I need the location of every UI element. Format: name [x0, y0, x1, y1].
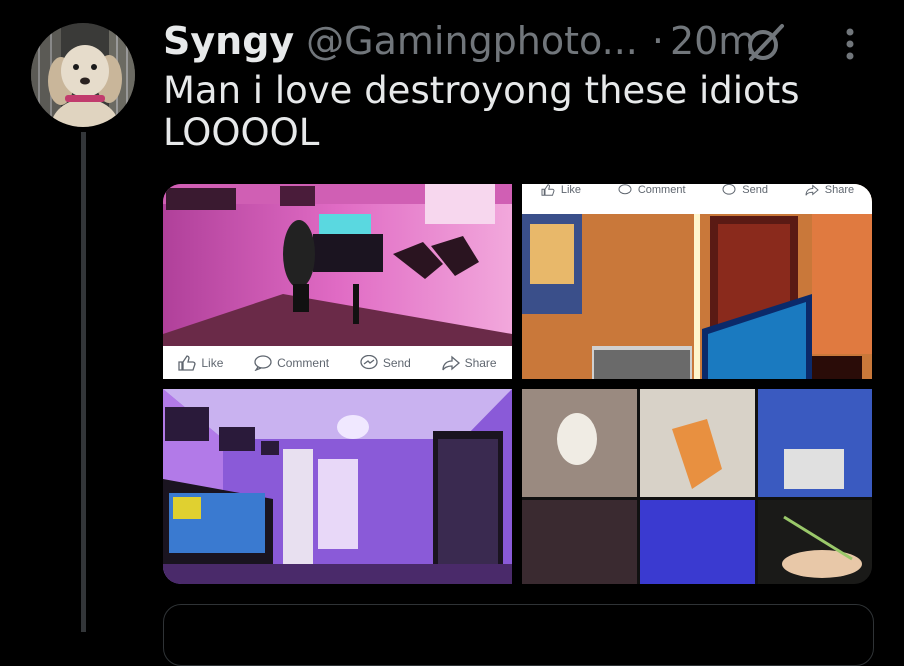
thumbs-up-icon — [178, 354, 197, 371]
fb-send-button: Send — [360, 354, 411, 371]
fb-share-button: Share — [804, 184, 854, 196]
messenger-icon — [722, 184, 736, 195]
user-handle[interactable]: @Gamingphoto... — [306, 19, 638, 63]
fb-like-button: Like — [540, 184, 581, 196]
timestamp[interactable]: 20m — [670, 19, 755, 63]
fb-share-label: Share — [824, 184, 855, 196]
media-photo-collage[interactable] — [522, 389, 872, 584]
dog-avatar-image — [31, 23, 135, 127]
avatar[interactable] — [31, 23, 135, 127]
purple-room-image — [163, 389, 512, 584]
fb-action-bar-cropped: Like Comment Send Share — [522, 184, 872, 196]
fb-like-label: Like — [201, 355, 224, 370]
tweet-text: Man i love destroyong these idiots LOOOO… — [163, 69, 800, 154]
comment-bubble-icon — [254, 354, 272, 371]
fb-share-button: Share — [441, 355, 497, 371]
fb-share-label: Share — [464, 355, 497, 370]
media-photo-orange-room[interactable]: Like Comment Send Share — [522, 184, 872, 379]
fb-comment-label: Comment — [637, 184, 686, 196]
orange-room-image — [522, 184, 872, 379]
tweet-header: Syngy @Gamingphoto... · 20m — [163, 18, 755, 64]
messenger-icon — [360, 354, 378, 369]
fb-send-label: Send — [382, 355, 411, 370]
display-name[interactable]: Syngy — [163, 19, 294, 63]
fb-like-button: Like — [178, 354, 224, 371]
fb-send-button: Send — [721, 184, 768, 196]
quoted-tweet-card[interactable] — [163, 604, 874, 666]
fb-comment-label: Comment — [277, 355, 330, 370]
separator-dot: · — [651, 19, 664, 63]
grok-icon[interactable] — [744, 22, 786, 64]
media-grid[interactable]: Like Comment Send Share Like Comment Sen… — [163, 184, 872, 584]
media-photo-gaming-room-pink[interactable]: Like Comment Send Share — [163, 184, 512, 379]
more-icon[interactable] — [840, 26, 860, 62]
fb-action-bar: Like Comment Send Share — [163, 346, 512, 379]
comment-bubble-icon — [618, 184, 632, 195]
thread-line — [81, 132, 86, 632]
share-arrow-icon — [805, 184, 819, 196]
collage-image — [522, 389, 872, 584]
fb-send-label: Send — [742, 184, 768, 196]
media-photo-purple-room[interactable] — [163, 389, 512, 584]
fb-comment-button: Comment — [254, 354, 330, 371]
fb-comment-button: Comment — [617, 184, 686, 196]
thumbs-up-icon — [541, 184, 555, 196]
share-arrow-icon — [441, 355, 460, 370]
fb-like-label: Like — [560, 184, 582, 196]
